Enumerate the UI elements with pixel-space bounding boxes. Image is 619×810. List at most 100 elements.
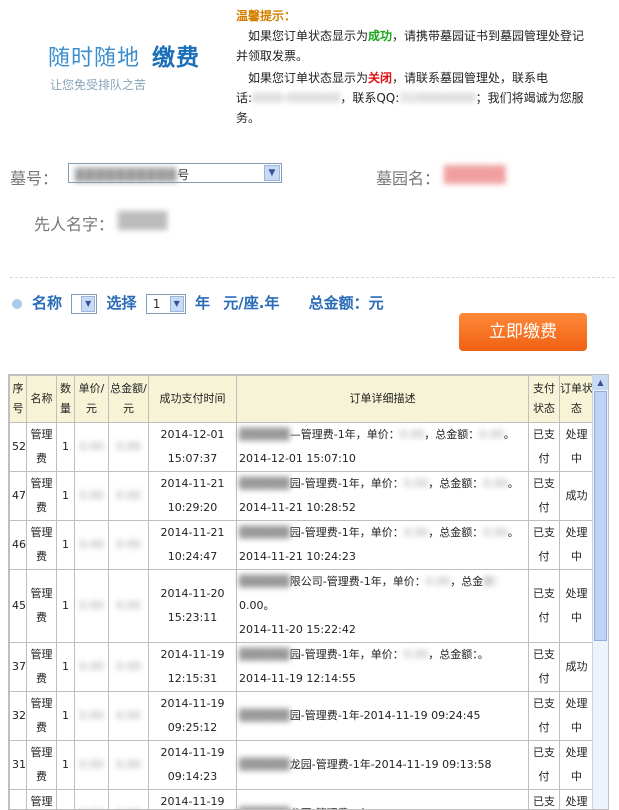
col-header: 订单状态 <box>559 375 594 423</box>
table-row: 45 管理费 1 0.00 0.00 2014-11-20 15:23:11 ██████限公… <box>9 569 594 643</box>
cell-pay-status: 已支付 <box>528 422 560 472</box>
desc-price: 0.00 <box>399 428 425 441</box>
orders-table: 序号 名称 数量 单价/元 总金额/元 成功支付时间 订单详细描述 支付状态 订… <box>8 374 609 810</box>
cell-price: 0.00 <box>74 422 109 472</box>
cell-order-status: 处理中 <box>559 422 594 472</box>
cell-qty: 1 <box>56 520 75 570</box>
cell-name: 管理费 <box>26 520 57 570</box>
table-row: 46 管理费 1 0.00 0.00 2014-11-21 10:24:47 ██████园-… <box>9 520 594 570</box>
desc-text: ，总金额： <box>428 526 484 539</box>
cell-name: 管理费 <box>26 789 57 809</box>
cell-price: 0.00 <box>74 520 109 570</box>
cell-total: 0.00 <box>108 642 149 692</box>
cell-pay-time: 2014-11-20 15:23:11 <box>148 569 237 643</box>
cell-description: ██████园-管理费-1年-2014-11-19 09:24:45 <box>236 691 529 741</box>
cell-total: 0.00 <box>108 569 149 643</box>
desc-time: 2014-11-21 10:28:52 <box>239 501 356 514</box>
desc-price: 0.00 <box>425 575 451 588</box>
scroll-thumb[interactable] <box>594 391 607 641</box>
divider <box>10 277 615 278</box>
cell-price: 0.00 <box>74 740 109 790</box>
cell-total: 0.00 <box>108 520 149 570</box>
table-row: 30管理费10.000.002014-11-1908:56:18██████龙园… <box>9 789 594 809</box>
cell-name: 管理费 <box>26 691 57 741</box>
table-row: 31 管理费 1 0.00 0.00 2014-11-19 09:14:23 ██████龙园… <box>9 740 594 790</box>
pay-date: 2014-11-19 <box>160 795 225 808</box>
col-header: 序号 <box>9 375 27 423</box>
desc-text: 园-管理费-1年，单价： <box>289 526 404 539</box>
cell-qty: 1 <box>56 740 75 790</box>
pay-time: 10:24:47 <box>167 550 218 563</box>
redacted-name: ██████ <box>239 709 290 722</box>
name-select[interactable]: ▼ <box>71 293 98 314</box>
pay-now-button[interactable]: 立即缴费 <box>459 313 587 351</box>
year-select[interactable]: 1 ▼ <box>145 293 186 314</box>
redacted-name: ██████ <box>239 477 290 490</box>
col-header: 支付状态 <box>528 375 560 423</box>
cell-price: 0.00 <box>74 569 109 643</box>
total-label: 总金额：元 <box>308 294 384 312</box>
cell-no: 32 <box>9 691 27 741</box>
cell-name: 管理费 <box>26 471 57 521</box>
desc-text: 园-管理费-1年-2014-11-19 09:24:45 <box>289 709 481 722</box>
unit-label: 元/座.年 <box>223 294 280 312</box>
cell-no: 30 <box>9 789 27 809</box>
cell-qty: 1 <box>56 691 75 741</box>
desc-text: 。 <box>507 526 519 539</box>
redacted-name: ██████ <box>239 428 290 441</box>
cell-description: ██████园-管理费-1年，单价：0.00，总金额：0.00。 2014-11-… <box>236 520 529 570</box>
col-header: 单价/元 <box>74 375 109 423</box>
cell-order-status: 处理中 <box>559 691 594 741</box>
bullet-icon <box>12 298 22 309</box>
pay-time: 15:07:37 <box>167 452 218 465</box>
cell-order-status: 处理中 <box>559 520 594 570</box>
col-header: 订单详细描述 <box>236 375 529 423</box>
cell-qty: 1 <box>56 789 75 809</box>
cell-no: 37 <box>9 642 27 692</box>
banner-main-text: 随时随地 <box>48 46 141 71</box>
cell-pay-status: 已支付 <box>528 789 560 809</box>
desc-total: 0.00 <box>483 477 508 490</box>
cell-pay-time: 2014-11-19 09:14:23 <box>148 740 237 790</box>
scroll-up-icon[interactable]: ▲ <box>593 375 608 390</box>
tomb-no-select[interactable]: ██████████号 ▼ <box>68 163 282 183</box>
cell-qty: 1 <box>56 569 75 643</box>
desc-text: 园-管理费-1年，单价： <box>289 477 404 490</box>
tips-title: 温馨提示： <box>236 9 297 23</box>
desc-time: 2014-11-19 12:14:55 <box>239 672 356 685</box>
chevron-down-icon[interactable]: ▼ <box>169 295 184 312</box>
cell-total: 0.00 <box>108 740 149 790</box>
col-header: 总金额/元 <box>108 375 149 423</box>
cell-price: 0.00 <box>74 691 109 741</box>
table-scrollbar[interactable]: ▲ <box>592 375 608 809</box>
tips-line-closed: 如果您订单状态显示为关闭，请联系墓园管理处，联系电话:0000-0000000，… <box>236 68 596 128</box>
desc-total: 0.00 <box>479 428 504 441</box>
cell-pay-time: 2014-11-1908:56:18 <box>148 789 237 809</box>
tips-text: ，联系QQ: <box>340 91 400 105</box>
cell-pay-time: 2014-12-01 15:07:37 <box>148 422 237 472</box>
deceased-value: ████ <box>118 211 168 230</box>
pay-time: 12:15:31 <box>167 672 218 685</box>
pay-date: 2014-11-19 <box>160 648 225 661</box>
cell-order-status: 成功 <box>559 471 594 521</box>
cemetery-label: 墓园名： <box>376 169 441 188</box>
cell-no: 46 <box>9 520 27 570</box>
year-label: 年 <box>194 294 210 312</box>
desc-price: 0.00 <box>403 648 429 661</box>
pay-time: 10:29:20 <box>167 501 218 514</box>
chevron-down-icon[interactable]: ▼ <box>264 165 280 181</box>
desc-text: 。 <box>503 428 515 441</box>
redacted-name: ██████ <box>239 526 290 539</box>
select-label: 选择 <box>106 294 137 312</box>
cell-price: 0.00 <box>74 642 109 692</box>
cell-qty: 1 <box>56 471 75 521</box>
chevron-down-icon[interactable]: ▼ <box>81 295 96 312</box>
cell-no: 31 <box>9 740 27 790</box>
year-select-value: 1 <box>152 296 161 311</box>
cell-no: 52 <box>9 422 27 472</box>
desc-time: 2014-11-20 15:22:42 <box>239 623 356 636</box>
cell-description: ██████—管理费-1年，单价：0.00，总金额：0.00。 2014-12-0… <box>236 422 529 472</box>
cell-order-status: 处理中 <box>559 740 594 790</box>
cell-name: 管理费 <box>26 569 57 643</box>
cell-description: ██████龙园-管理费-1年-2014-11-19 08:55:24 <box>236 789 529 809</box>
